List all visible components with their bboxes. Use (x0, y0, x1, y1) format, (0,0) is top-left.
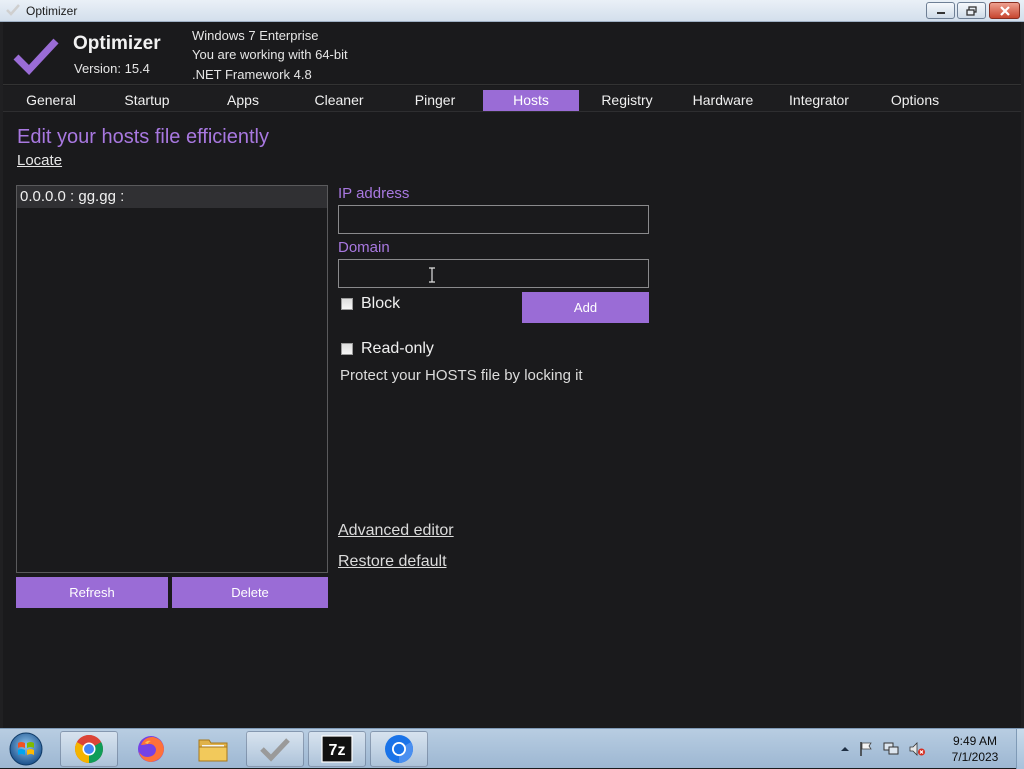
ip-address-label: IP address (338, 185, 410, 202)
volume-muted-icon[interactable] (908, 741, 926, 757)
chrome-taskbar-button[interactable] (60, 731, 118, 767)
block-checkbox[interactable] (341, 298, 353, 310)
text-cursor-icon (429, 267, 435, 283)
optimizer-icon (260, 738, 290, 762)
read-only-checkbox[interactable] (341, 343, 353, 355)
tab-startup[interactable]: Startup (99, 90, 195, 111)
bitness-info: You are working with 64-bit (192, 47, 348, 62)
tab-pinger[interactable]: Pinger (387, 90, 483, 111)
protect-description: Protect your HOSTS file by locking it (340, 367, 583, 384)
tab-hardware[interactable]: Hardware (675, 90, 771, 111)
tab-apps[interactable]: Apps (195, 90, 291, 111)
locate-link[interactable]: Locate (17, 152, 62, 169)
tab-registry[interactable]: Registry (579, 90, 675, 111)
framework-info: .NET Framework 4.8 (192, 67, 312, 82)
block-option[interactable]: Block (341, 295, 400, 313)
taskbar-clock[interactable]: 9:49 AM 7/1/2023 (935, 733, 1015, 765)
close-button[interactable] (989, 2, 1020, 19)
tab-cleaner[interactable]: Cleaner (291, 90, 387, 111)
maximize-button[interactable] (957, 2, 986, 19)
delete-button[interactable]: Delete (172, 577, 328, 608)
window-title: Optimizer (26, 4, 78, 18)
app-name: Optimizer (73, 33, 161, 54)
restore-icon (965, 5, 977, 16)
window-titlebar: Optimizer (0, 0, 1024, 22)
tab-integrator[interactable]: Integrator (771, 90, 867, 111)
add-button[interactable]: Add (522, 292, 649, 323)
taskbar: 7z 9:49 AM 7/1/2023 (0, 728, 1024, 769)
os-info: Windows 7 Enterprise (192, 28, 319, 43)
tab-options[interactable]: Options (867, 90, 963, 111)
domain-input[interactable] (338, 259, 649, 288)
checkmark-icon (13, 38, 59, 76)
firefox-taskbar-button[interactable] (122, 731, 180, 767)
list-item[interactable]: 0.0.0.0 : gg.gg : (17, 186, 327, 208)
system-tray (840, 735, 926, 763)
minimize-button[interactable] (926, 2, 955, 19)
7zip-icon: 7z (321, 735, 353, 763)
close-icon (999, 5, 1010, 16)
file-explorer-taskbar-button[interactable] (184, 731, 242, 767)
7zip-label: 7z (329, 742, 346, 759)
domain-label: Domain (338, 239, 390, 256)
read-only-label: Read-only (361, 340, 434, 357)
block-label: Block (361, 295, 401, 312)
app-version: Version: 15.4 (74, 61, 150, 76)
advanced-editor-link[interactable]: Advanced editor (338, 522, 454, 540)
action-center-flag-icon[interactable] (858, 741, 874, 757)
show-hidden-icons-icon[interactable] (840, 744, 850, 754)
tab-hosts[interactable]: Hosts (483, 90, 579, 111)
tab-general[interactable]: General (3, 90, 99, 111)
firefox-icon (138, 736, 164, 762)
chromium-icon (385, 735, 413, 763)
restore-default-link[interactable]: Restore default (338, 553, 447, 571)
windows-start-icon[interactable] (6, 731, 46, 767)
optimizer-taskbar-button[interactable] (246, 731, 304, 767)
clock-date: 7/1/2023 (951, 750, 999, 764)
chrome-icon (75, 735, 103, 763)
app-header: Optimizer Version: 15.4 Windows 7 Enterp… (3, 22, 1021, 85)
hosts-list[interactable]: 0.0.0.0 : gg.gg : (16, 185, 328, 573)
file-explorer-icon (198, 739, 228, 762)
minimize-icon (936, 11, 945, 14)
chromium-taskbar-button[interactable] (370, 731, 428, 767)
7zip-taskbar-button[interactable]: 7z (308, 731, 366, 767)
refresh-button[interactable]: Refresh (16, 577, 168, 608)
page-title: Edit your hosts file efficiently (17, 126, 269, 148)
tab-bar: General Startup Apps Cleaner Pinger Host… (3, 86, 1021, 112)
app-check-icon (6, 4, 20, 16)
read-only-option[interactable]: Read-only (341, 340, 434, 358)
app-window: Optimizer Version: 15.4 Windows 7 Enterp… (0, 22, 1024, 728)
show-desktop-button[interactable] (1016, 729, 1024, 769)
ip-address-input[interactable] (338, 205, 649, 234)
clock-time: 9:49 AM (952, 734, 998, 748)
network-icon[interactable] (882, 741, 900, 757)
